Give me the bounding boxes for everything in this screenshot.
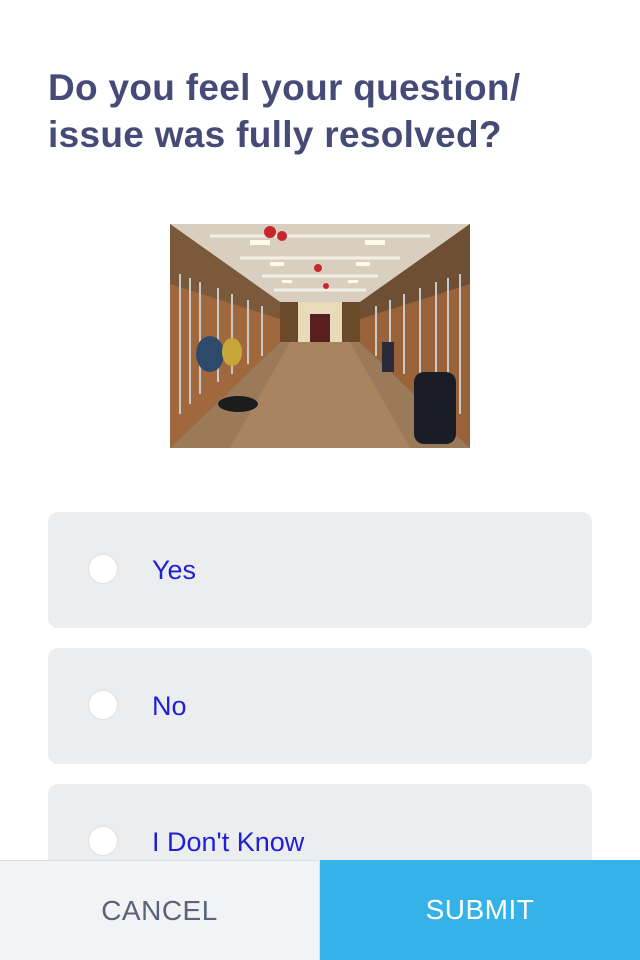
radio-button[interactable] xyxy=(88,690,118,720)
option-label: Yes xyxy=(152,555,197,585)
survey-screen: Do you feel your question/ issue was ful… xyxy=(0,0,640,960)
radio-button[interactable] xyxy=(88,826,118,856)
answer-options: Yes No I Don't Know xyxy=(48,512,592,920)
option-no[interactable]: No xyxy=(48,648,592,764)
radio-button[interactable] xyxy=(88,554,118,584)
option-yes[interactable]: Yes xyxy=(48,512,592,628)
stable-aisle-illustration xyxy=(170,224,470,448)
option-label: I Don't Know xyxy=(152,827,305,857)
cancel-button[interactable]: CANCEL xyxy=(0,860,320,960)
submit-button[interactable]: SUBMIT xyxy=(320,860,640,960)
question-title: Do you feel your question/ issue was ful… xyxy=(48,67,521,155)
stable-aisle-photo xyxy=(170,224,470,448)
action-bar: CANCEL SUBMIT xyxy=(0,860,640,960)
option-label: No xyxy=(152,691,187,721)
